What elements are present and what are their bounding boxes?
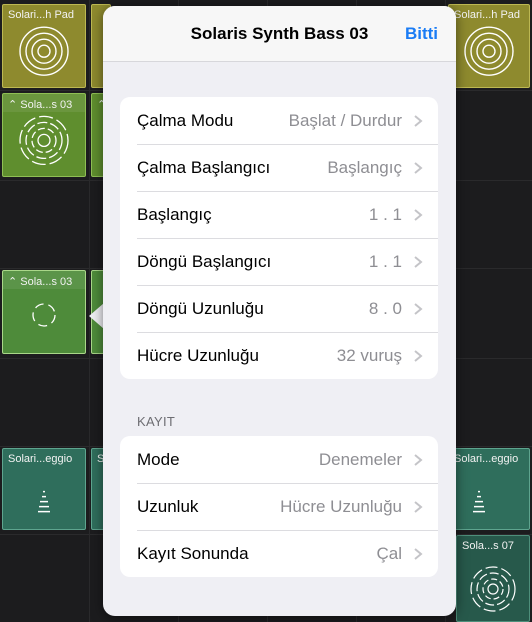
- row-value: Başlat / Durdur: [288, 111, 402, 130]
- row-label: Çalma Başlangıcı: [137, 158, 271, 177]
- cell-pad-1[interactable]: Solari...h Pad: [2, 4, 86, 88]
- cell-label: Solari...h Pad: [454, 9, 521, 21]
- cell-label: Solari...eggio: [8, 453, 73, 465]
- row-loop-start[interactable]: Döngü Başlangıcı 1 . 1: [120, 238, 438, 285]
- row-cell-length[interactable]: Hücre Uzunluğu 32 vuruş: [120, 332, 438, 379]
- row-label: Başlangıç: [137, 205, 212, 224]
- popover-title: Solaris Synth Bass 03: [190, 24, 369, 43]
- expand-chevron-icon: ⌃: [8, 99, 18, 111]
- chevron-right-icon: [414, 303, 423, 315]
- row-value: 1 . 1: [368, 252, 402, 271]
- expand-chevron-icon: ⌃: [8, 276, 18, 288]
- cell-bass-7[interactable]: Sola...s 07: [456, 535, 530, 622]
- waveform-art-icon: [32, 303, 56, 327]
- chevron-right-icon: [414, 501, 423, 513]
- row-label: Uzunluk: [137, 497, 199, 516]
- row-loop-length[interactable]: Döngü Uzunluğu 8 . 0: [120, 285, 438, 332]
- section-header-record: KAYIT: [137, 414, 176, 429]
- row-value: 32 vuruş: [336, 346, 402, 365]
- waveform-art-icon: [470, 565, 516, 612]
- cell-arpeggio-3[interactable]: Solari...eggio: [448, 448, 530, 530]
- row-value: 1 . 1: [368, 205, 402, 224]
- cell-label: ⌃ Sola...s 03: [8, 98, 81, 111]
- row-record-end-action[interactable]: Kayıt Sonunda Çal: [120, 530, 438, 577]
- row-label: Hücre Uzunluğu: [137, 346, 259, 365]
- row-value: Hücre Uzunluğu: [280, 497, 402, 516]
- cell-label: Sola...s 07: [462, 540, 514, 552]
- row-play-start[interactable]: Çalma Başlangıcı Başlangıç: [120, 144, 438, 191]
- chevron-right-icon: [414, 548, 423, 560]
- waveform-art-icon: [38, 490, 50, 513]
- waveform-art-icon: [473, 490, 485, 513]
- row-value: 8 . 0: [368, 299, 402, 318]
- row-label: Mode: [137, 450, 180, 469]
- chevron-right-icon: [414, 209, 423, 221]
- cell-pad-3[interactable]: Solari...h Pad: [448, 4, 530, 88]
- cell-label: ⌃ Sola...s 03: [8, 275, 81, 288]
- row-label: Kayıt Sonunda: [137, 544, 249, 563]
- row-label: Çalma Modu: [137, 111, 234, 130]
- row-record-length[interactable]: Uzunluk Hücre Uzunluğu: [120, 483, 438, 530]
- row-value: Çal: [376, 544, 402, 563]
- cell-bass-1[interactable]: ⌃ Sola...s 03: [2, 93, 86, 177]
- cell-inspector-popover: Solaris Synth Bass 03 Bitti Çalma Modu B…: [103, 6, 456, 616]
- row-value: Denemeler: [318, 450, 402, 469]
- chevron-right-icon: [414, 350, 423, 362]
- cell-bass-selected[interactable]: ⌃ Sola...s 03: [2, 270, 86, 354]
- record-settings-group: Mode Denemeler Uzunluk Hücre Uzunluğu Ka…: [120, 436, 438, 577]
- waveform-art-icon: [19, 115, 69, 166]
- popover-nav-bar: Solaris Synth Bass 03 Bitti: [103, 6, 456, 62]
- cell-label-text: Sola...s 03: [20, 276, 73, 288]
- cell-label: Solari...eggio: [454, 453, 519, 465]
- cell-label-text: Sola...s 03: [20, 99, 73, 111]
- row-label: Döngü Uzunluğu: [137, 299, 264, 318]
- chevron-right-icon: [414, 115, 423, 127]
- row-start[interactable]: Başlangıç 1 . 1: [120, 191, 438, 238]
- row-value: Başlangıç: [327, 158, 402, 177]
- waveform-art-icon: [19, 26, 69, 76]
- done-button[interactable]: Bitti: [405, 24, 438, 44]
- row-label: Döngü Başlangıcı: [137, 252, 272, 271]
- row-play-mode[interactable]: Çalma Modu Başlat / Durdur: [120, 97, 438, 144]
- popover-arrow: [89, 303, 104, 329]
- cell-label: Solari...h Pad: [8, 9, 75, 21]
- chevron-right-icon: [414, 162, 423, 174]
- cell-arpeggio-1[interactable]: Solari...eggio: [2, 448, 86, 530]
- chevron-right-icon: [414, 454, 423, 466]
- row-record-mode[interactable]: Mode Denemeler: [120, 436, 438, 483]
- playback-settings-group: Çalma Modu Başlat / Durdur Çalma Başlang…: [120, 97, 438, 379]
- chevron-right-icon: [414, 256, 423, 268]
- waveform-art-icon: [464, 26, 514, 76]
